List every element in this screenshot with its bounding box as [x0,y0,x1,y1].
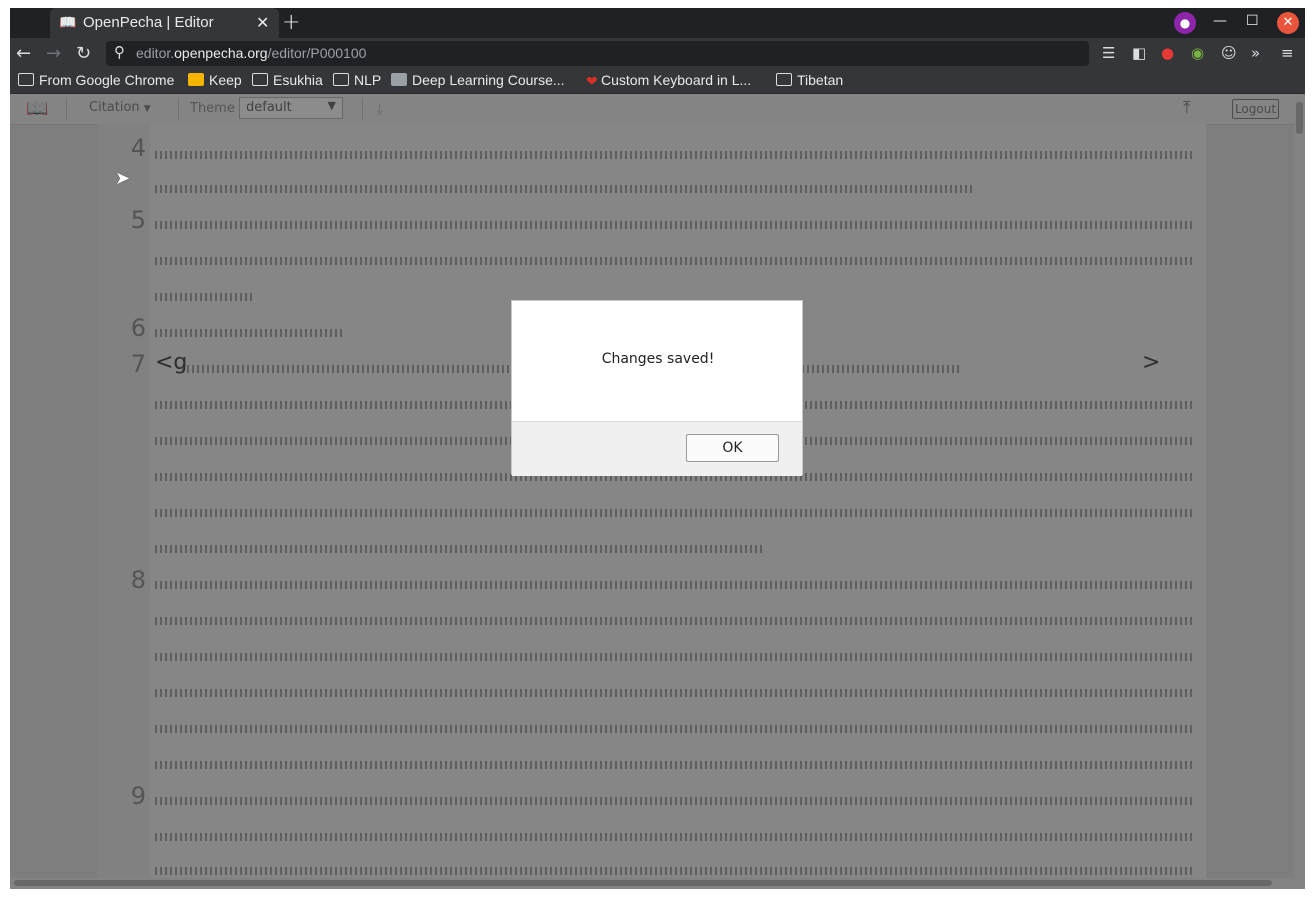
keep-icon [188,73,204,86]
bookmark-tibetan[interactable]: Tibetan [776,72,843,88]
address-bar[interactable]: ⚲ editor.openpecha.org/editor/P000100 [106,41,1089,66]
tab-editor[interactable]: 📖 OpenPecha | Editor ✕ [50,8,279,38]
folder-icon [333,73,349,86]
library-icon[interactable]: ☰ [1102,44,1115,62]
account-icon[interactable]: ☺ [1221,44,1237,62]
bookmark-deep-learning[interactable]: Deep Learning Course... [391,72,565,88]
modal-overlay [10,94,1305,889]
url-text: editor.openpecha.org/editor/P000100 [136,45,366,61]
bookmark-custom-keyboard[interactable]: ❤ Custom Keyboard in L... [586,72,752,89]
url-host-prefix: editor. [136,45,175,61]
sidebar-icon[interactable]: ◧ [1132,44,1146,62]
bookmark-label: Keep [209,72,242,88]
ok-button[interactable]: OK [686,434,779,462]
url-path: /editor/P000100 [267,45,367,61]
back-icon[interactable]: ← [16,43,31,64]
bookmark-nlp[interactable]: NLP [333,72,381,88]
bookmark-esukhia[interactable]: Esukhia [252,72,323,88]
tab-strip: 📖 OpenPecha | Editor ✕ + ● — ☐ ✕ [10,8,1305,38]
book-icon: 📖 [59,15,77,31]
overflow-chevron-icon[interactable]: » [1251,44,1260,62]
bookmark-label: Custom Keyboard in L... [601,72,752,88]
dialog-message: Changes saved! [601,351,715,367]
bookmark-keep[interactable]: Keep [188,72,242,88]
extension-tomato-icon[interactable]: ● [1161,44,1174,62]
mouse-cursor-icon: ➤ [115,168,131,189]
tab-close-icon[interactable]: ✕ [256,13,269,32]
search-icon: ⚲ [114,43,125,61]
tab-title: OpenPecha | Editor [83,14,214,31]
folder-icon [776,73,792,86]
menu-icon[interactable]: ≡ [1281,44,1294,62]
minimize-icon[interactable]: — [1213,13,1227,29]
folder-icon [18,73,34,86]
extension-icon[interactable]: ◉ [1191,44,1204,62]
dialog-footer: OK [512,421,802,476]
reload-icon[interactable]: ↻ [76,43,91,64]
bookmark-label: From Google Chrome [39,72,175,88]
alert-dialog: Changes saved! OK [511,300,803,476]
forward-icon[interactable]: → [46,43,61,64]
folder-icon [252,73,268,86]
browser-window: 📖 OpenPecha | Editor ✕ + ● — ☐ ✕ ← → ↻ ⚲… [0,0,1315,899]
new-tab-button[interactable]: + [282,10,300,35]
browser-toolbar: ← → ↻ ⚲ editor.openpecha.org/editor/P000… [10,38,1305,69]
bookmark-label: Esukhia [273,72,323,88]
bookmark-label: NLP [354,72,382,88]
bookmarks-bar: From Google Chrome Keep Esukhia NLP Deep… [10,69,1305,94]
bookmark-label: Deep Learning Course... [412,72,565,88]
url-host-main: openpecha.org [174,45,268,61]
bookmark-label: Tibetan [797,72,844,88]
incognito-icon: ● [1174,12,1196,34]
page-icon: ❤ [586,73,598,89]
window-close-icon[interactable]: ✕ [1277,12,1299,34]
page-icon [391,73,407,86]
bookmark-from-google-chrome[interactable]: From Google Chrome [18,72,174,88]
maximize-icon[interactable]: ☐ [1246,13,1259,29]
